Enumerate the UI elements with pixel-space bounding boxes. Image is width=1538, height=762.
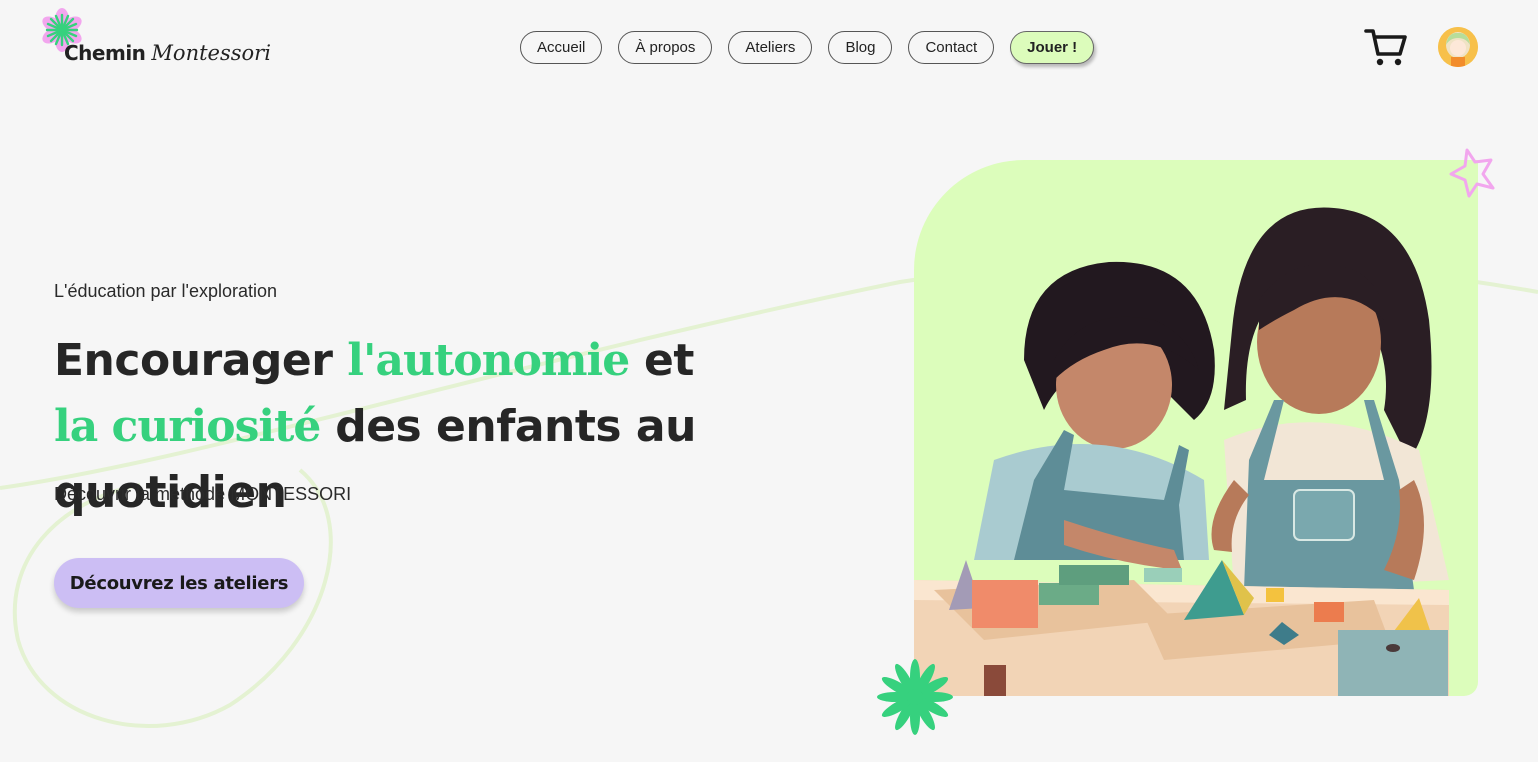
star-icon [1449,148,1495,198]
discover-workshops-button[interactable]: Découvrez les ateliers [54,558,304,608]
nav-play-button[interactable]: Jouer ! [1010,31,1095,64]
brand-logo[interactable]: Chemin Montessori [40,8,280,68]
headline-highlight-curiosite: la curiosité [54,401,321,452]
nav-ateliers[interactable]: Ateliers [728,31,813,64]
headline-highlight-autonomie: l'autonomie [347,335,630,386]
cart-icon[interactable] [1364,26,1408,68]
nav-a-propos[interactable]: À propos [618,31,713,64]
avatar-icon [1438,27,1478,67]
green-flower-icon [877,659,953,735]
hero-eyebrow: L'éducation par l'exploration [54,281,278,301]
headline-part-2: et [629,335,694,386]
brand-name-italic: Montessori [151,41,271,65]
main-nav: Accueil À propos Ateliers Blog Contact J… [520,31,1095,64]
user-avatar[interactable] [1438,27,1478,67]
nav-accueil[interactable]: Accueil [520,31,603,64]
hero-subline: Découvrir la méthode MONTESSORI [54,484,352,504]
hero-image [914,160,1478,696]
children-playing-illustration [914,207,1449,696]
nav-contact[interactable]: Contact [908,31,995,64]
nav-blog[interactable]: Blog [828,31,893,64]
page: Chemin Montessori Accueil À propos Atelie… [0,0,1538,762]
brand-name: Chemin Montessori [64,40,271,66]
headline-part-1: Encourager [54,335,348,386]
brand-name-bold: Chemin [64,41,146,65]
